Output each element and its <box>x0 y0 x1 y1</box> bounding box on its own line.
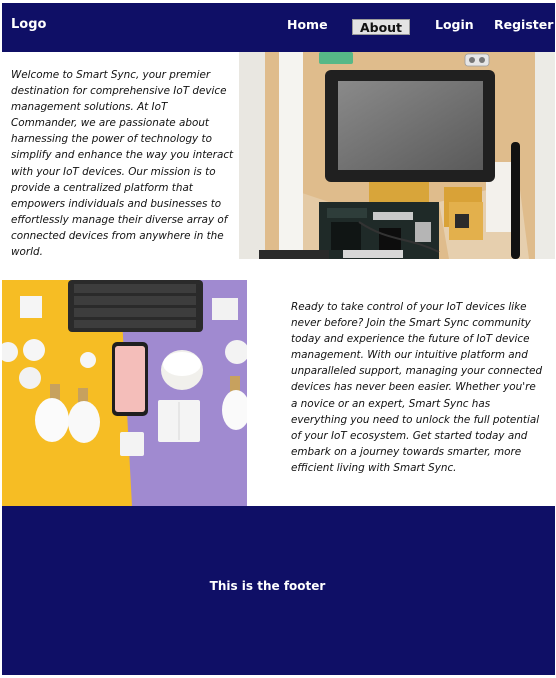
site-footer: This is the footer <box>2 506 555 675</box>
iot-board-image <box>239 52 555 259</box>
nav-register-link[interactable]: Register <box>494 17 553 32</box>
page-frame: Logo Home About Login Register Welcome t… <box>2 3 555 675</box>
site-header: Logo Home About Login Register <box>2 3 555 52</box>
nav-login-link[interactable]: Login <box>435 17 474 32</box>
logo-link[interactable]: Logo <box>11 17 46 32</box>
footer-text: This is the footer <box>209 579 326 593</box>
nav-home-link[interactable]: Home <box>287 17 328 32</box>
nav-about-link[interactable]: About <box>352 19 410 35</box>
cta-paragraph: Ready to take control of your IoT device… <box>291 301 543 474</box>
smart-devices-image <box>2 280 247 506</box>
intro-paragraph: Welcome to Smart Sync, your premier dest… <box>11 69 234 259</box>
